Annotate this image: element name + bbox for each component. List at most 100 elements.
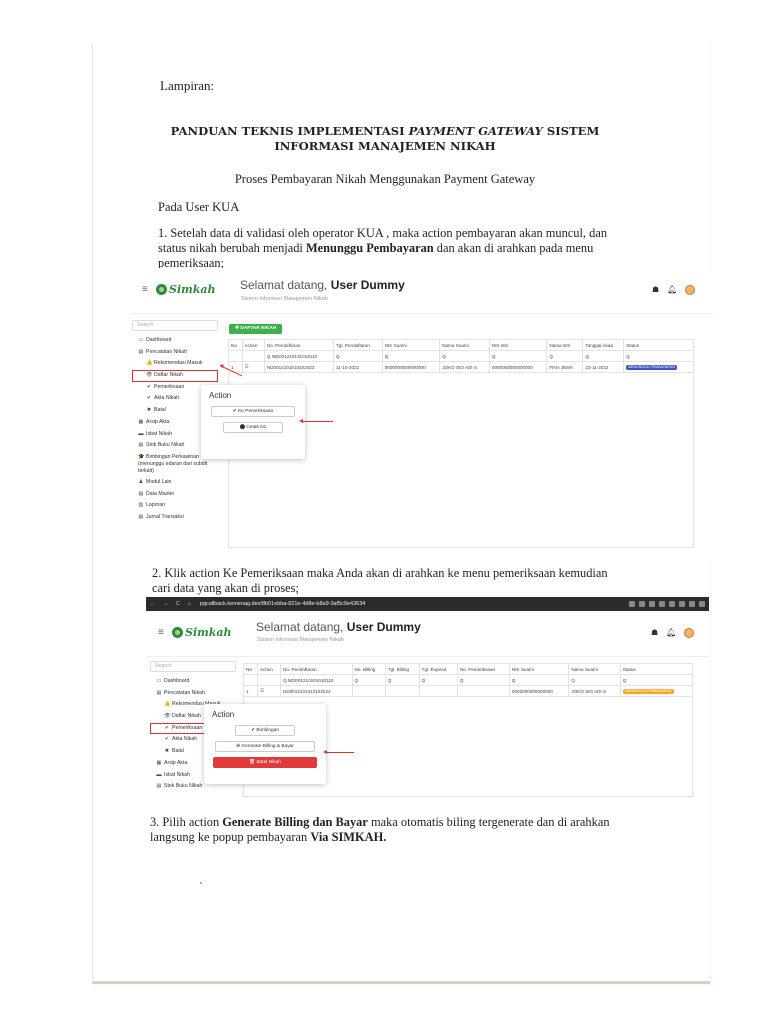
column-header: Nama Suami bbox=[568, 663, 621, 675]
filter-input[interactable] bbox=[241, 350, 265, 362]
sidebar-item[interactable]: ▤ Jurnal Transaksi bbox=[132, 512, 218, 524]
table-cell: JOKO SIO ADI S bbox=[439, 361, 490, 373]
hamburger-icon[interactable]: ≡ bbox=[158, 627, 164, 638]
sidebar-item[interactable]: ▭ Dashboard bbox=[150, 676, 236, 688]
sidebar-item-icon: 👍 bbox=[164, 701, 171, 708]
sidebar-item-label: Akta Nikah bbox=[154, 395, 180, 402]
sidebar-item-icon: ▤ bbox=[156, 689, 162, 696]
sidebar-item-icon: ▭ bbox=[156, 678, 162, 684]
sidebar-item[interactable]: 👍 Rekomendasi Masuk bbox=[132, 358, 218, 370]
sidebar-item-icon: ✔ bbox=[164, 736, 170, 743]
screenshot-pemeriksaan: ← → C ⌂ pgcallback.kemenag.dev/8b01ebba-… bbox=[146, 597, 709, 810]
annotation-arrow bbox=[299, 419, 333, 423]
sidebar-item-label: Pemeriksaan bbox=[172, 724, 203, 731]
logo-icon bbox=[172, 627, 183, 638]
sidebar-item[interactable]: ▤ Pencatatan Nikah bbox=[132, 347, 218, 359]
filter-input[interactable]: Q bbox=[546, 350, 584, 362]
action-popup: Action ✔ Bimbingan ⊕ Generate Billing & … bbox=[204, 704, 326, 784]
bell-icon[interactable]: 🔔︎ bbox=[667, 285, 677, 295]
filter-input[interactable]: Q bbox=[568, 674, 621, 686]
bimbingan-button[interactable]: ✔ Bimbingan bbox=[235, 725, 295, 736]
sidebar-item-icon: ▤ bbox=[156, 783, 162, 790]
filter-input[interactable]: Q bbox=[332, 350, 383, 362]
moon-icon[interactable]: ☗ bbox=[652, 285, 659, 295]
column-header: NIK Istri bbox=[488, 339, 548, 351]
filter-input[interactable]: Q bbox=[384, 674, 420, 686]
filter-input[interactable]: Q bbox=[456, 674, 510, 686]
filter-input[interactable]: Q bbox=[623, 350, 694, 362]
header-icons: ☗ 🔔︎ bbox=[652, 285, 696, 295]
filter-input[interactable]: Q bbox=[381, 350, 441, 362]
sidebar-item-label: Jurnal Transaksi bbox=[146, 513, 184, 520]
table-cell bbox=[351, 685, 386, 697]
generate-billing-button[interactable]: ⊕ Generate Billing & Bayar bbox=[215, 741, 315, 752]
batal-nikah-button[interactable]: 🗑 Batal Nikah bbox=[213, 757, 317, 768]
welcome-text: Selamat datang, User Dummy bbox=[256, 620, 421, 634]
filter-input[interactable]: Q bbox=[351, 674, 386, 686]
sidebar-item[interactable]: ♟ Modul Lain bbox=[132, 477, 218, 489]
sidebar-item-label: Data Master bbox=[146, 490, 175, 497]
filter-input[interactable]: Q bbox=[439, 350, 490, 362]
avatar[interactable] bbox=[684, 628, 695, 638]
table-cell: 0000000000000000 bbox=[488, 361, 548, 373]
column-header: NIK Suami bbox=[508, 663, 570, 675]
hamburger-icon[interactable]: ≡ bbox=[142, 284, 148, 295]
sidebar-item-label: Dashboard bbox=[164, 678, 190, 684]
sidebar-item[interactable]: ▤ Pencatatan Nikah bbox=[150, 688, 236, 700]
sidebar-item[interactable]: ▥ Laporan bbox=[132, 500, 218, 512]
sidebar-item-icon: 👍 bbox=[146, 360, 153, 367]
filter-input[interactable] bbox=[228, 350, 243, 362]
sidebar-item[interactable]: ▭ Dashboard bbox=[132, 335, 218, 347]
filter-input[interactable]: Q bbox=[582, 350, 625, 362]
filter-input[interactable]: Q bbox=[418, 674, 458, 686]
column-header: No bbox=[228, 339, 243, 351]
screenshot-daftar-nikah: ≡ Simkah Selamat datang, User Dummy Sist… bbox=[130, 268, 713, 563]
filter-input[interactable]: Q bbox=[619, 674, 694, 686]
filter-input[interactable]: Q NDD01210101010110 bbox=[280, 674, 353, 686]
sidebar-item[interactable]: ▤ Data Master bbox=[132, 489, 218, 501]
filter-input[interactable] bbox=[242, 674, 259, 686]
avatar[interactable] bbox=[685, 285, 696, 295]
search-input[interactable]: Search bbox=[132, 320, 218, 331]
column-header: Tanggal Akad bbox=[582, 339, 625, 351]
address-bar[interactable]: pgcallback.kemenag.dev/8b01ebba-821e-4d8… bbox=[200, 601, 365, 607]
sidebar-item-icon: ▤ bbox=[138, 513, 144, 520]
app-header: ≡ Simkah Selamat datang, User Dummy Sist… bbox=[146, 611, 709, 657]
filter-input[interactable]: Q NDD01210101010110 bbox=[263, 350, 334, 362]
document-subtitle: Proses Pembayaran Nikah Menggunakan Paym… bbox=[234, 172, 536, 186]
bell-icon[interactable]: 🔔︎ bbox=[666, 628, 676, 638]
sidebar-item-icon: ✖ bbox=[146, 407, 152, 414]
sidebar-item-label: Dashboard bbox=[146, 337, 172, 343]
ke-pemeriksaan-button[interactable]: ✔ Ke Pemeriksaan bbox=[211, 406, 295, 417]
popup-title: Action bbox=[209, 391, 232, 400]
sidebar-item-icon: ▤ bbox=[138, 442, 144, 449]
sidebar-item-icon: ▦ bbox=[138, 418, 144, 425]
table-cell: 0000000000000000 bbox=[381, 361, 441, 373]
sidebar-item-label: Modul Lain bbox=[146, 478, 172, 485]
sidebar-item-icon: ▦ bbox=[156, 759, 162, 766]
search-input[interactable]: Search bbox=[150, 661, 236, 672]
sidebar-item-label: Daftar Nikah bbox=[172, 713, 201, 720]
sidebar-item-icon: ✖ bbox=[164, 748, 170, 755]
sidebar-item-icon: 🎓 bbox=[138, 453, 145, 460]
sidebar-item-icon: ▬ bbox=[138, 430, 144, 437]
sidebar-item-icon: ▤ bbox=[138, 490, 144, 497]
sidebar-item-label: Bimbingan Perkawinan (menunggu edaran da… bbox=[138, 453, 208, 474]
sidebar-item-icon: ▬ bbox=[156, 771, 162, 778]
daftar-nikah-button[interactable]: ✚ DAFTAR NIKAH bbox=[229, 324, 283, 334]
table-cell: 23-11-2022 bbox=[582, 361, 625, 373]
sidebar-item-icon: ▤ bbox=[138, 348, 144, 355]
filter-input[interactable]: Q bbox=[488, 350, 548, 362]
sidebar-item-label: Arsip Akta bbox=[146, 418, 170, 425]
filter-input[interactable]: Q bbox=[508, 674, 570, 686]
filter-input[interactable] bbox=[257, 674, 282, 686]
column-header: Action bbox=[241, 339, 265, 351]
moon-icon[interactable]: ☗ bbox=[651, 628, 658, 638]
column-header: No. Pemeriksaan bbox=[456, 663, 510, 675]
sidebar-item[interactable]: 👁Daftar Nikah bbox=[132, 370, 218, 382]
browser-nav-icons[interactable]: ← → C ⌂ bbox=[150, 601, 194, 607]
table-cell: 0000000000000000 bbox=[508, 685, 570, 697]
sidebar-item-icon: 👁 bbox=[146, 372, 153, 379]
column-header: Nama Istri bbox=[546, 339, 584, 351]
cetak-n1-button[interactable]: ⬤ Cetak N1 bbox=[223, 422, 283, 433]
